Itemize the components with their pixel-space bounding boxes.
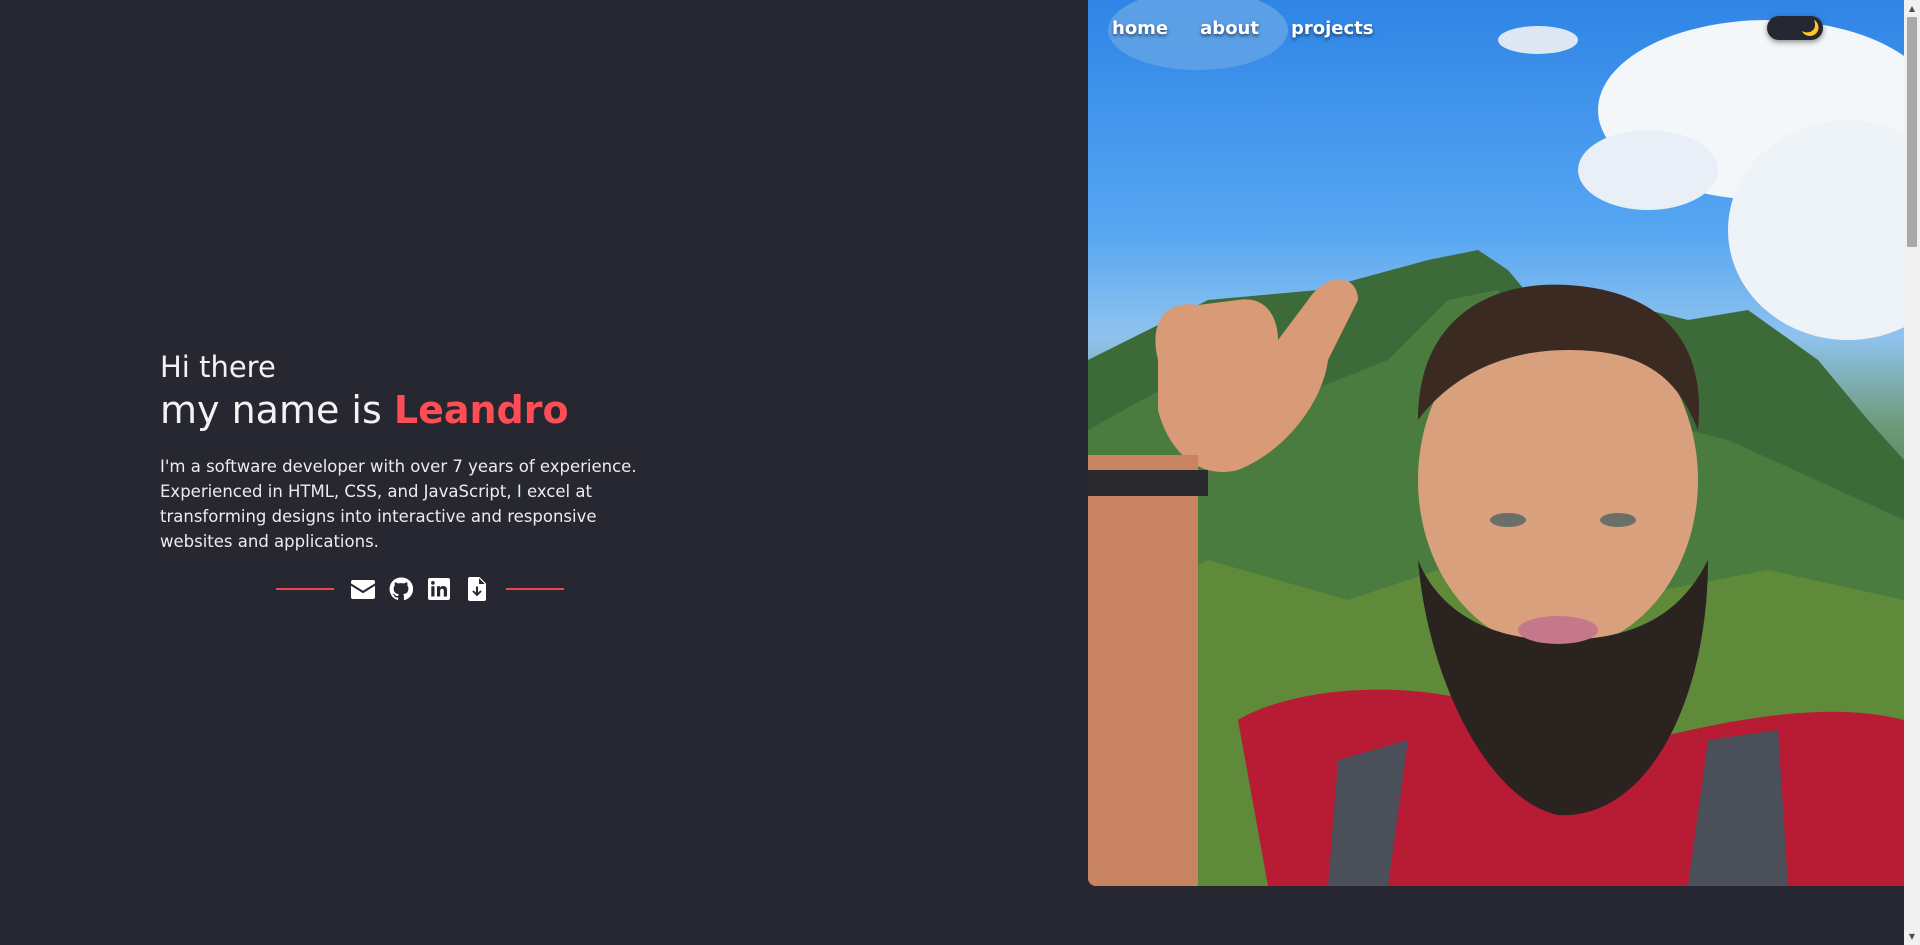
linkedin-icon (428, 578, 450, 600)
resume-download-link[interactable] (462, 574, 492, 604)
nav-link-projects[interactable]: projects (1291, 16, 1374, 42)
name-prefix: my name is (160, 388, 394, 432)
envelope-icon (351, 579, 375, 599)
social-links (160, 574, 680, 604)
profile-photo (1088, 0, 1904, 886)
name-highlight: Leandro (393, 388, 569, 432)
page: Hi there my name is Leandro I'm a softwa… (0, 0, 1920, 945)
github-icon (389, 577, 413, 601)
main-nav: home about projects (1112, 16, 1373, 42)
linkedin-link[interactable] (424, 574, 454, 604)
scroll-up-arrow-icon[interactable]: ▲ (1904, 0, 1920, 17)
scrollbar[interactable]: ▲ ▼ (1904, 0, 1920, 945)
nav-link-home[interactable]: home (1112, 16, 1168, 42)
photo-illustration (1088, 0, 1904, 886)
right-divider (506, 588, 564, 590)
bio-text: I'm a software developer with over 7 yea… (160, 457, 637, 551)
moon-icon: 🌙 (1801, 19, 1820, 37)
nav-link-about[interactable]: about (1200, 16, 1259, 42)
left-divider (276, 588, 334, 590)
file-download-icon (468, 577, 486, 601)
greeting-text: Hi there (160, 350, 276, 384)
theme-toggle[interactable]: 🌙 (1767, 16, 1823, 40)
email-link[interactable] (348, 574, 378, 604)
scroll-down-arrow-icon[interactable]: ▼ (1904, 928, 1920, 945)
github-link[interactable] (386, 574, 416, 604)
scroll-thumb[interactable] (1907, 17, 1917, 247)
name-heading: my name is Leandro (160, 386, 680, 434)
intro-section: Hi there my name is Leandro I'm a softwa… (160, 348, 680, 604)
